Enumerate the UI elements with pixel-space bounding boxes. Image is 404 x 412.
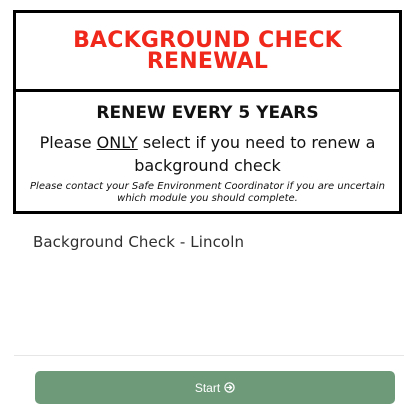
divider xyxy=(14,355,404,356)
start-button-label: Start xyxy=(194,380,221,395)
instruction-prefix: Please xyxy=(39,133,97,152)
instruction-emphasis: ONLY xyxy=(96,133,138,152)
module-title: Background Check - Lincoln xyxy=(33,233,245,251)
banner-title-line1: BACKGROUND CHECK xyxy=(73,28,342,53)
circle-arrow-right-icon xyxy=(224,382,235,393)
renew-frequency-text: RENEW EVERY 5 YEARS xyxy=(96,103,319,123)
banner-title: BACKGROUND CHECK RENEWAL xyxy=(16,13,399,92)
instruction-text: Please ONLY select if you need to renew … xyxy=(16,131,399,177)
coordinator-note: Please contact your Safe Environment Coo… xyxy=(30,181,385,204)
banner-title-line2: RENEWAL xyxy=(146,49,269,74)
start-button[interactable]: Start xyxy=(35,371,395,404)
instruction-suffix: select if you need to renew a background… xyxy=(134,133,376,175)
module-banner-image: BACKGROUND CHECK RENEWAL RENEW EVERY 5 Y… xyxy=(13,10,402,214)
